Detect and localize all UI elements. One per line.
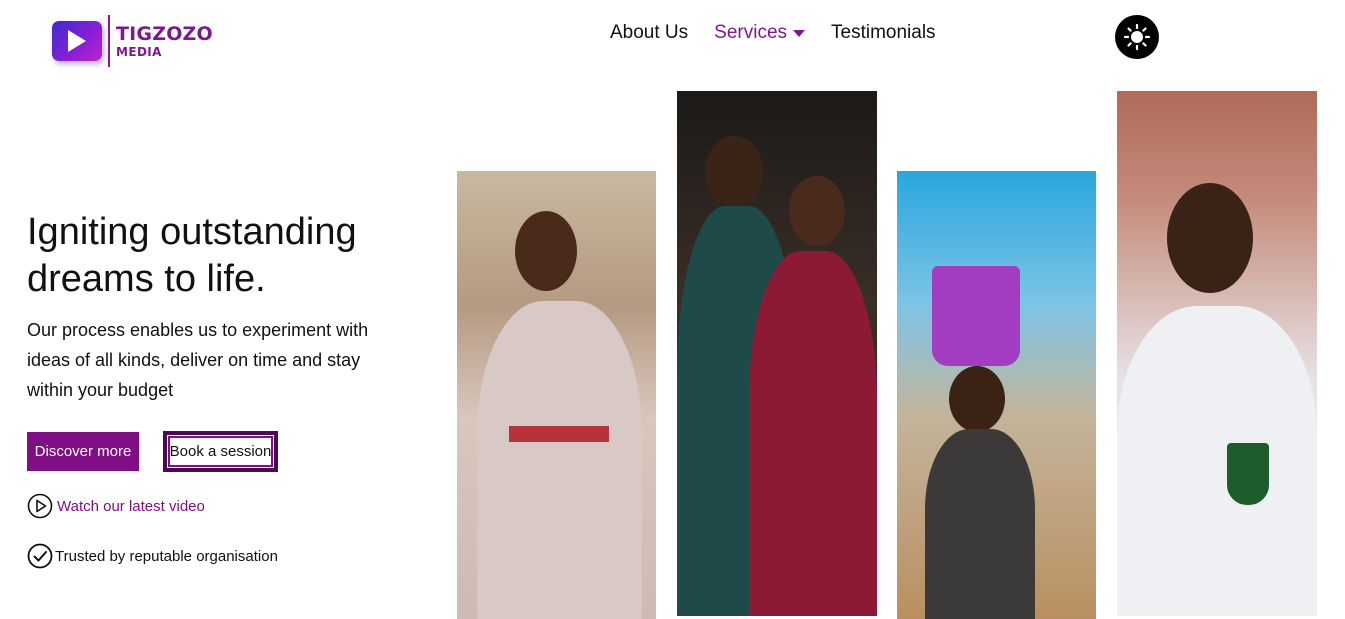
- play-circle-icon: [27, 493, 53, 519]
- watch-video-link[interactable]: Watch our latest video: [27, 493, 205, 519]
- hero-title: Igniting outstanding dreams to life.: [27, 211, 357, 300]
- logo-wordmark: TIGZOZO MEDIA: [116, 22, 213, 59]
- photo-woman-portrait: [457, 171, 656, 619]
- book-session-button[interactable]: Book a session: [163, 431, 278, 472]
- nav-testimonials-label: Testimonials: [831, 22, 936, 43]
- check-circle-icon: [27, 543, 53, 569]
- sun-icon: [1123, 23, 1151, 51]
- photo-child-with-bucket: [897, 171, 1096, 619]
- photo-student-portrait: [1117, 91, 1317, 616]
- nav-services-label: Services: [714, 22, 788, 43]
- brand-name: TIGZOZO: [116, 22, 213, 45]
- caret-down-icon: [793, 29, 806, 37]
- nav-about-us-label: About Us: [610, 22, 689, 43]
- brand-sub: MEDIA: [116, 44, 162, 59]
- nav-testimonials[interactable]: Testimonials: [831, 22, 936, 44]
- trusted-label: Trusted by reputable organisation: [55, 547, 278, 565]
- nav-services[interactable]: Services: [714, 22, 806, 44]
- discover-more-button[interactable]: Discover more: [27, 432, 139, 471]
- brand-logo[interactable]: TIGZOZO MEDIA: [50, 14, 213, 68]
- trusted-badge: Trusted by reputable organisation: [27, 543, 278, 569]
- nav-about-us[interactable]: About Us: [610, 22, 688, 44]
- hero-description: Our process enables us to experiment wit…: [27, 320, 369, 400]
- photo-couple-portrait: [677, 91, 877, 616]
- play-logo-icon: [50, 17, 106, 65]
- logo-divider: [108, 15, 110, 67]
- theme-toggle-button[interactable]: [1115, 15, 1159, 59]
- main-nav: About Us Services Testimonials: [610, 22, 936, 44]
- watch-video-label: Watch our latest video: [57, 497, 205, 515]
